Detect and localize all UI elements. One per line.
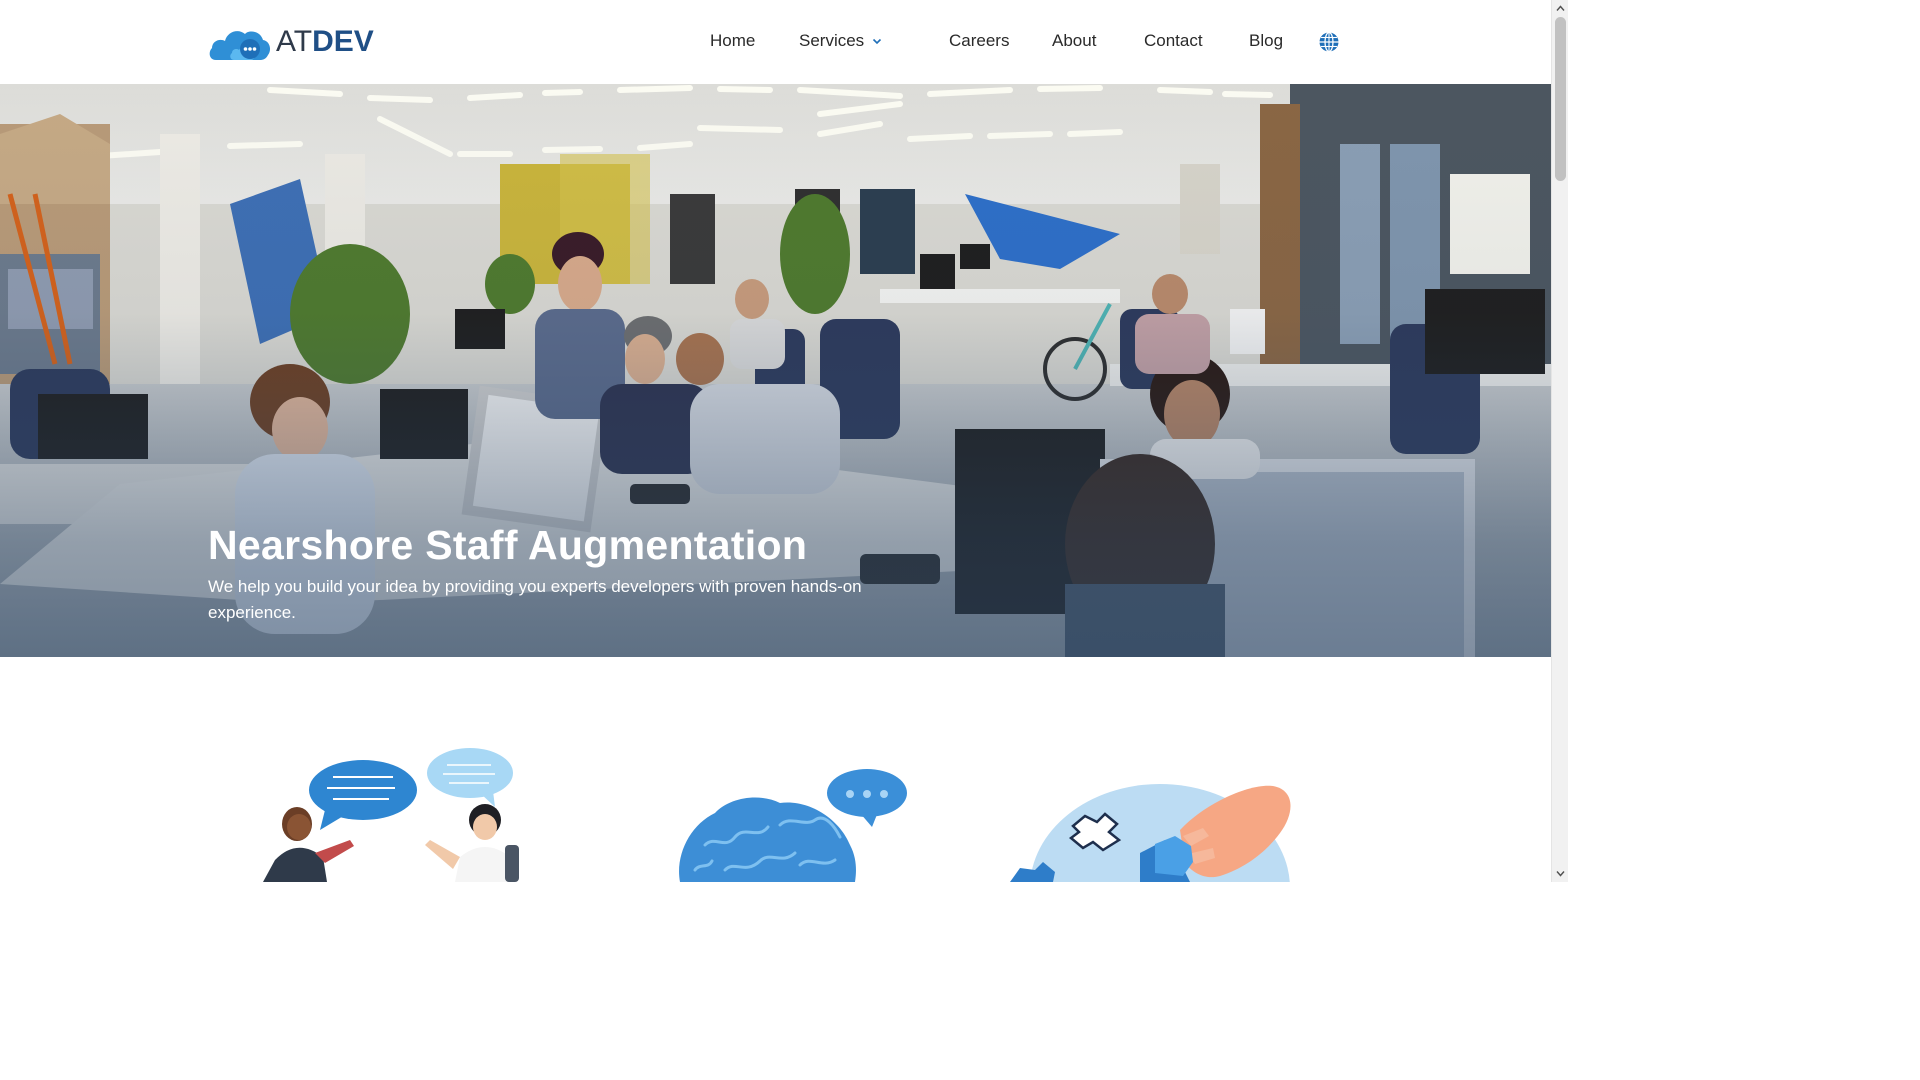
nav-contact[interactable]: Contact [1144,30,1203,52]
scrollbar-thumb[interactable] [1555,17,1566,181]
scroll-up-arrow-icon[interactable] [1556,4,1565,13]
hero-subtitle: We help you build your idea by providing… [208,577,862,622]
nav-blog[interactable]: Blog [1249,30,1283,52]
chevron-down-icon [873,38,882,45]
main-nav: Home Services Careers About Contact Blog [0,0,1551,84]
hero-title: Nearshore Staff Augmentation [208,522,808,568]
brain-illustration-icon [679,769,907,882]
hero-overlay [0,84,1551,657]
nav-services[interactable]: Services [799,30,882,52]
hero-section: Nearshore Staff Augmentation We help you… [0,84,1551,657]
nav-about[interactable]: About [1052,30,1096,52]
conversation-illustration-icon [263,748,519,882]
globe-icon[interactable] [1318,31,1340,53]
nav-careers[interactable]: Careers [949,30,1009,52]
scroll-down-arrow-icon[interactable] [1556,869,1565,878]
nav-services-label: Services [799,31,865,50]
nav-home[interactable]: Home [710,30,755,52]
vertical-scrollbar[interactable] [1551,0,1568,882]
puzzle-illustration-icon [1010,784,1291,882]
site-header: ATDEV Home Services Careers About Contac… [0,0,1551,84]
